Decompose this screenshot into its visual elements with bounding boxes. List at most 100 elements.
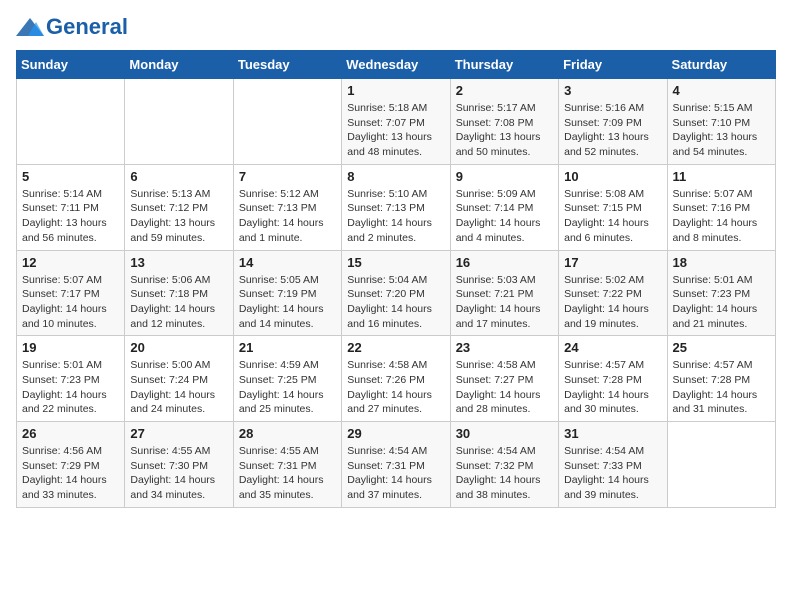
day-info: Sunrise: 5:06 AMSunset: 7:18 PMDaylight:… bbox=[130, 273, 227, 332]
day-info: Sunrise: 5:07 AMSunset: 7:16 PMDaylight:… bbox=[673, 187, 770, 246]
day-number: 25 bbox=[673, 340, 770, 355]
weekday-header: Friday bbox=[559, 51, 667, 79]
calendar-cell bbox=[125, 79, 233, 165]
calendar-cell: 5Sunrise: 5:14 AMSunset: 7:11 PMDaylight… bbox=[17, 164, 125, 250]
calendar-cell: 17 Sunrise: 5:02 AMSunset: 7:22 PMDayligh… bbox=[559, 250, 667, 336]
day-info: Sunrise: 4:54 AMSunset: 7:33 PMDaylight:… bbox=[564, 444, 661, 503]
calendar-cell: 21 Sunrise: 4:59 AMSunset: 7:25 PMDayligh… bbox=[233, 336, 341, 422]
calendar-cell: 16 Sunrise: 5:03 AMSunset: 7:21 PMDayligh… bbox=[450, 250, 558, 336]
weekday-header: Thursday bbox=[450, 51, 558, 79]
day-info: Sunrise: 5:15 AMSunset: 7:10 PMDaylight:… bbox=[673, 101, 770, 160]
calendar-cell: 24 Sunrise: 4:57 AMSunset: 7:28 PMDayligh… bbox=[559, 336, 667, 422]
day-number: 9 bbox=[456, 169, 553, 184]
day-number: 30 bbox=[456, 426, 553, 441]
day-number: 10 bbox=[564, 169, 661, 184]
day-number: 7 bbox=[239, 169, 336, 184]
day-number: 12 bbox=[22, 255, 119, 270]
calendar-cell: 13 Sunrise: 5:06 AMSunset: 7:18 PMDayligh… bbox=[125, 250, 233, 336]
day-number: 1 bbox=[347, 83, 444, 98]
calendar-cell bbox=[667, 422, 775, 508]
day-number: 20 bbox=[130, 340, 227, 355]
weekday-header: Tuesday bbox=[233, 51, 341, 79]
calendar-cell: 31 Sunrise: 4:54 AMSunset: 7:33 PMDayligh… bbox=[559, 422, 667, 508]
day-info: Sunrise: 5:01 AMSunset: 7:23 PMDaylight:… bbox=[22, 358, 119, 417]
day-info: Sunrise: 4:59 AMSunset: 7:25 PMDaylight:… bbox=[239, 358, 336, 417]
day-info: Sunrise: 4:55 AMSunset: 7:30 PMDaylight:… bbox=[130, 444, 227, 503]
calendar-cell: 1 Sunrise: 5:18 AMSunset: 7:07 PMDaylight… bbox=[342, 79, 450, 165]
day-number: 31 bbox=[564, 426, 661, 441]
day-number: 23 bbox=[456, 340, 553, 355]
day-info: Sunrise: 4:58 AMSunset: 7:26 PMDaylight:… bbox=[347, 358, 444, 417]
day-info: Sunrise: 5:02 AMSunset: 7:22 PMDaylight:… bbox=[564, 273, 661, 332]
day-info: Sunrise: 5:00 AMSunset: 7:24 PMDaylight:… bbox=[130, 358, 227, 417]
weekday-header: Sunday bbox=[17, 51, 125, 79]
calendar-cell: 8 Sunrise: 5:10 AMSunset: 7:13 PMDaylight… bbox=[342, 164, 450, 250]
day-info: Sunrise: 5:09 AMSunset: 7:14 PMDaylight:… bbox=[456, 187, 553, 246]
day-info: Sunrise: 5:16 AMSunset: 7:09 PMDaylight:… bbox=[564, 101, 661, 160]
calendar-week-row: 5Sunrise: 5:14 AMSunset: 7:11 PMDaylight… bbox=[17, 164, 776, 250]
day-number: 17 bbox=[564, 255, 661, 270]
weekday-header: Saturday bbox=[667, 51, 775, 79]
calendar-cell: 27 Sunrise: 4:55 AMSunset: 7:30 PMDayligh… bbox=[125, 422, 233, 508]
calendar-cell: 22 Sunrise: 4:58 AMSunset: 7:26 PMDayligh… bbox=[342, 336, 450, 422]
day-info: Sunrise: 5:10 AMSunset: 7:13 PMDaylight:… bbox=[347, 187, 444, 246]
calendar-cell: 9 Sunrise: 5:09 AMSunset: 7:14 PMDaylight… bbox=[450, 164, 558, 250]
day-info: Sunrise: 5:07 AMSunset: 7:17 PMDaylight:… bbox=[22, 273, 119, 332]
day-info: Sunrise: 4:57 AMSunset: 7:28 PMDaylight:… bbox=[673, 358, 770, 417]
calendar-cell: 28 Sunrise: 4:55 AMSunset: 7:31 PMDayligh… bbox=[233, 422, 341, 508]
logo: General bbox=[16, 16, 128, 38]
calendar-cell: 20 Sunrise: 5:00 AMSunset: 7:24 PMDayligh… bbox=[125, 336, 233, 422]
day-number: 8 bbox=[347, 169, 444, 184]
calendar-cell: 18 Sunrise: 5:01 AMSunset: 7:23 PMDayligh… bbox=[667, 250, 775, 336]
logo-icon bbox=[16, 18, 44, 36]
calendar-week-row: 1 Sunrise: 5:18 AMSunset: 7:07 PMDaylight… bbox=[17, 79, 776, 165]
calendar-cell: 19 Sunrise: 5:01 AMSunset: 7:23 PMDayligh… bbox=[17, 336, 125, 422]
day-number: 22 bbox=[347, 340, 444, 355]
calendar-cell: 15 Sunrise: 5:04 AMSunset: 7:20 PMDayligh… bbox=[342, 250, 450, 336]
day-number: 28 bbox=[239, 426, 336, 441]
day-info: Sunrise: 5:03 AMSunset: 7:21 PMDaylight:… bbox=[456, 273, 553, 332]
day-info: Sunrise: 5:04 AMSunset: 7:20 PMDaylight:… bbox=[347, 273, 444, 332]
day-info: Sunrise: 5:01 AMSunset: 7:23 PMDaylight:… bbox=[673, 273, 770, 332]
day-number: 15 bbox=[347, 255, 444, 270]
day-info: Sunrise: 4:58 AMSunset: 7:27 PMDaylight:… bbox=[456, 358, 553, 417]
day-number: 3 bbox=[564, 83, 661, 98]
day-number: 6 bbox=[130, 169, 227, 184]
calendar-cell: 4 Sunrise: 5:15 AMSunset: 7:10 PMDaylight… bbox=[667, 79, 775, 165]
day-info: Sunrise: 4:55 AMSunset: 7:31 PMDaylight:… bbox=[239, 444, 336, 503]
calendar-cell: 2Sunrise: 5:17 AMSunset: 7:08 PMDaylight… bbox=[450, 79, 558, 165]
day-number: 18 bbox=[673, 255, 770, 270]
calendar-table: SundayMondayTuesdayWednesdayThursdayFrid… bbox=[16, 50, 776, 508]
calendar-cell: 23 Sunrise: 4:58 AMSunset: 7:27 PMDayligh… bbox=[450, 336, 558, 422]
day-number: 11 bbox=[673, 169, 770, 184]
day-info: Sunrise: 5:12 AMSunset: 7:13 PMDaylight:… bbox=[239, 187, 336, 246]
weekday-header: Monday bbox=[125, 51, 233, 79]
day-number: 19 bbox=[22, 340, 119, 355]
day-number: 4 bbox=[673, 83, 770, 98]
day-info: Sunrise: 5:18 AMSunset: 7:07 PMDaylight:… bbox=[347, 101, 444, 160]
calendar-cell: 26 Sunrise: 4:56 AMSunset: 7:29 PMDayligh… bbox=[17, 422, 125, 508]
day-number: 16 bbox=[456, 255, 553, 270]
weekday-header: Wednesday bbox=[342, 51, 450, 79]
day-number: 24 bbox=[564, 340, 661, 355]
calendar-header: SundayMondayTuesdayWednesdayThursdayFrid… bbox=[17, 51, 776, 79]
day-number: 14 bbox=[239, 255, 336, 270]
day-info: Sunrise: 4:54 AMSunset: 7:31 PMDaylight:… bbox=[347, 444, 444, 503]
day-info: Sunrise: 5:13 AMSunset: 7:12 PMDaylight:… bbox=[130, 187, 227, 246]
day-info: Sunrise: 4:57 AMSunset: 7:28 PMDaylight:… bbox=[564, 358, 661, 417]
day-number: 2 bbox=[456, 83, 553, 98]
day-number: 21 bbox=[239, 340, 336, 355]
day-info: Sunrise: 4:56 AMSunset: 7:29 PMDaylight:… bbox=[22, 444, 119, 503]
calendar-cell bbox=[233, 79, 341, 165]
calendar-week-row: 26 Sunrise: 4:56 AMSunset: 7:29 PMDayligh… bbox=[17, 422, 776, 508]
day-number: 26 bbox=[22, 426, 119, 441]
day-number: 13 bbox=[130, 255, 227, 270]
calendar-cell: 10 Sunrise: 5:08 AMSunset: 7:15 PMDayligh… bbox=[559, 164, 667, 250]
day-number: 27 bbox=[130, 426, 227, 441]
calendar-cell: 6 Sunrise: 5:13 AMSunset: 7:12 PMDaylight… bbox=[125, 164, 233, 250]
calendar-cell: 11 Sunrise: 5:07 AMSunset: 7:16 PMDayligh… bbox=[667, 164, 775, 250]
day-info: Sunrise: 5:08 AMSunset: 7:15 PMDaylight:… bbox=[564, 187, 661, 246]
page-header: General bbox=[16, 16, 776, 38]
logo-text: General bbox=[46, 16, 128, 38]
calendar-cell: 14Sunrise: 5:05 AMSunset: 7:19 PMDayligh… bbox=[233, 250, 341, 336]
